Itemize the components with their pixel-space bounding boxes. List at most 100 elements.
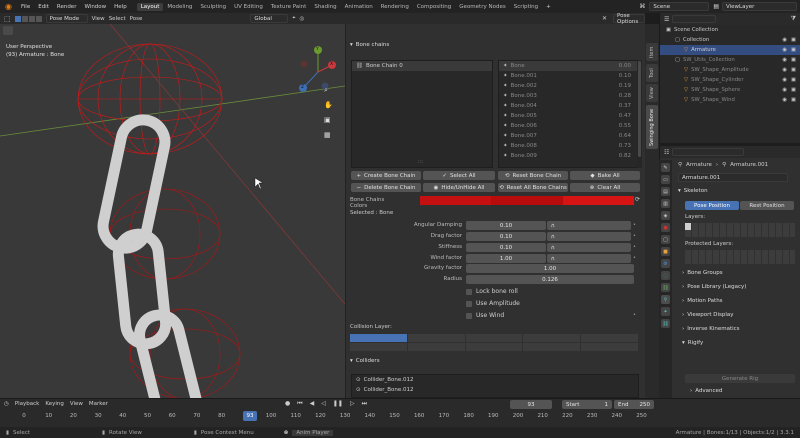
world-icon[interactable]: ● — [661, 223, 670, 232]
prop-value-field[interactable]: 0.10 — [466, 243, 546, 252]
playhead[interactable]: 93 — [243, 411, 257, 421]
layers-grid[interactable] — [685, 223, 795, 237]
outliner-row[interactable]: ▣ Scene Collection — [660, 25, 800, 35]
outliner-type-icon[interactable]: ☰ — [664, 16, 669, 23]
menu-select[interactable]: Select — [109, 16, 126, 22]
tab-swinging-bone[interactable]: Swinging Bone — [646, 105, 658, 149]
properties-section[interactable]: › Pose Library (Legacy) — [682, 284, 746, 290]
list-item[interactable]: ✦ Bone.004 0.37 — [499, 101, 637, 111]
prop-value-field[interactable]: 1.00 — [466, 254, 546, 263]
list-item[interactable]: ✦ Bone.008 0.73 — [499, 141, 637, 151]
grid-icon[interactable]: ▦ — [324, 131, 331, 139]
armature-data-field[interactable]: Armature.001 — [678, 173, 788, 182]
menu-render[interactable]: Render — [53, 4, 81, 10]
visibility-eye-icon[interactable]: ◉ — [782, 57, 787, 63]
tab-modeling[interactable]: Modeling — [163, 3, 196, 11]
curve-icon[interactable]: ∩ — [547, 221, 631, 230]
camera-render-icon[interactable]: ▣ — [791, 37, 796, 43]
menu-pose[interactable]: Pose — [130, 16, 143, 22]
visibility-eye-icon[interactable]: ◉ — [782, 97, 787, 103]
rest-position-button[interactable]: Rest Position — [740, 201, 794, 210]
bone-chains-header[interactable]: ▾ Bone chains — [350, 42, 389, 48]
menu-help[interactable]: Help — [110, 4, 131, 10]
list-item[interactable]: ⛓ Bone Chain 0 — [352, 61, 492, 71]
outliner-row[interactable]: ▢ SW_Utils_Collection ◉ ▣ — [660, 55, 800, 65]
menu-file[interactable]: File — [17, 4, 34, 10]
clear-all-button[interactable]: ⊗ Clear All — [570, 183, 640, 192]
list-item[interactable]: ✦ Bone.002 0.19 — [499, 81, 637, 91]
resize-handle-icon[interactable]: ::: — [418, 159, 423, 165]
tab-sculpting[interactable]: Sculpting — [196, 3, 230, 11]
radius-field[interactable]: 0.126 — [466, 275, 634, 284]
visibility-eye-icon[interactable]: ◉ — [782, 77, 787, 83]
tab-layout[interactable]: Layout — [136, 2, 164, 11]
outliner-row[interactable]: ▽ SW_Shape_Cylinder ◉ ▣ — [660, 75, 800, 85]
reset-all-chains-button[interactable]: ⟲ Reset All Bone Chains — [498, 183, 568, 192]
select-mode-icons[interactable] — [14, 15, 42, 22]
view-layer-selector[interactable]: ViewLayer — [722, 2, 797, 11]
visibility-eye-icon[interactable]: ◉ — [782, 87, 787, 93]
camera-render-icon[interactable]: ▣ — [791, 57, 796, 63]
pose-position-button[interactable]: Pose Position — [685, 201, 739, 210]
collision-layer-row-1[interactable] — [350, 334, 638, 342]
timeline-ruler[interactable]: 0102030405060708090100110120130140150160… — [0, 399, 800, 428]
armature-data-tab-icon[interactable]: ⚲ — [661, 295, 670, 304]
properties-section[interactable]: › Viewport Display — [682, 312, 734, 318]
tab-animation[interactable]: Animation — [341, 3, 377, 11]
collection-icon[interactable]: ▢ — [661, 235, 670, 244]
reset-bone-chain-button[interactable]: ⟲ Reset Bone Chain — [498, 171, 568, 180]
camera-render-icon[interactable]: ▣ — [791, 97, 796, 103]
zoom-icon[interactable]: ⌕ — [324, 86, 328, 95]
lock-bone-roll-checkbox[interactable]: Lock bone roll — [466, 288, 518, 295]
constraint-icon[interactable]: ⛓ — [661, 283, 670, 292]
list-item[interactable]: ⊙ Collider_Bone.012 — [352, 385, 638, 395]
tab-tool[interactable]: Tool — [646, 64, 658, 82]
refresh-icon[interactable]: ⟳ — [635, 196, 640, 203]
menu-edit[interactable]: Edit — [34, 4, 53, 10]
pan-hand-icon[interactable]: ✋ — [324, 101, 333, 109]
curve-icon[interactable]: ∩ — [547, 254, 631, 263]
select-all-button[interactable]: ✓ Select All — [423, 171, 495, 180]
outliner-row[interactable]: ▽ Armature ◉ ▣ — [660, 45, 800, 55]
collision-layer-row-2[interactable] — [350, 343, 638, 351]
properties-section[interactable]: › Bone Groups — [682, 270, 723, 276]
tab-rendering[interactable]: Rendering — [377, 3, 413, 11]
tab-geometry-nodes[interactable]: Geometry Nodes — [455, 3, 509, 11]
list-item[interactable]: ✦ Bone.001 0.10 — [499, 71, 637, 81]
properties-section[interactable]: › Inverse Kinematics — [682, 326, 740, 332]
tab-item[interactable]: Item — [646, 43, 658, 61]
list-item[interactable]: ✦ Bone.007 0.64 — [499, 131, 637, 141]
visibility-eye-icon[interactable]: ◉ — [782, 47, 787, 53]
outliner-row[interactable]: ▽ SW_Shape_Wind ◉ ▣ — [660, 95, 800, 105]
prop-value-field[interactable]: 0.10 — [466, 221, 546, 230]
output-icon[interactable]: ▤ — [661, 187, 670, 196]
camera-render-icon[interactable]: ▣ — [791, 47, 796, 53]
curve-icon[interactable]: ∩ — [547, 243, 631, 252]
tab-view[interactable]: View — [646, 84, 658, 102]
properties-type-icon[interactable]: ☷ — [664, 149, 669, 156]
properties-subsection[interactable]: › Advanced — [690, 388, 722, 394]
list-item[interactable]: ✦ Bone.005 0.47 — [499, 111, 637, 121]
outliner-row[interactable]: ▽ SW_Shape_Sphere ◉ ▣ — [660, 85, 800, 95]
list-item[interactable]: ✦ Bone 0.00 — [499, 61, 637, 71]
tab-scripting[interactable]: Scripting — [510, 3, 542, 11]
transform-orientation-selector[interactable]: Global — [250, 14, 289, 23]
3d-viewport[interactable]: User Perspective (93) Armature : Bone Y … — [0, 24, 345, 398]
skeleton-header[interactable]: ▾ Skeleton — [678, 188, 708, 194]
hide-unhide-all-button[interactable]: ◉ Hide/UnHide All — [423, 183, 495, 192]
bake-all-button[interactable]: ◆ Bake All — [570, 171, 640, 180]
curve-icon[interactable]: ∩ — [547, 232, 631, 241]
prop-value-field[interactable]: 0.10 — [466, 232, 546, 241]
camera-render-icon[interactable]: ▣ — [791, 77, 796, 83]
pose-options-button[interactable]: Pose Options — [613, 13, 645, 25]
object-icon[interactable]: ■ — [661, 247, 670, 256]
colliders-list[interactable]: ⊙ Collider_Bone.012 ⊙ Collider_Bone.012 — [351, 374, 639, 398]
protected-layers-grid[interactable] — [685, 250, 795, 264]
blender-logo-icon[interactable]: ◉ — [3, 1, 14, 12]
bone-icon[interactable]: ✦ — [661, 307, 670, 316]
close-x-icon[interactable]: ✕ — [602, 15, 607, 22]
bone-chain-list[interactable]: ⛓ Bone Chain 0 ::: — [351, 60, 493, 168]
scene-icon[interactable]: ◈ — [661, 211, 670, 220]
camera-render-icon[interactable]: ▣ — [791, 87, 796, 93]
mode-selector[interactable]: Pose Mode — [45, 14, 88, 23]
